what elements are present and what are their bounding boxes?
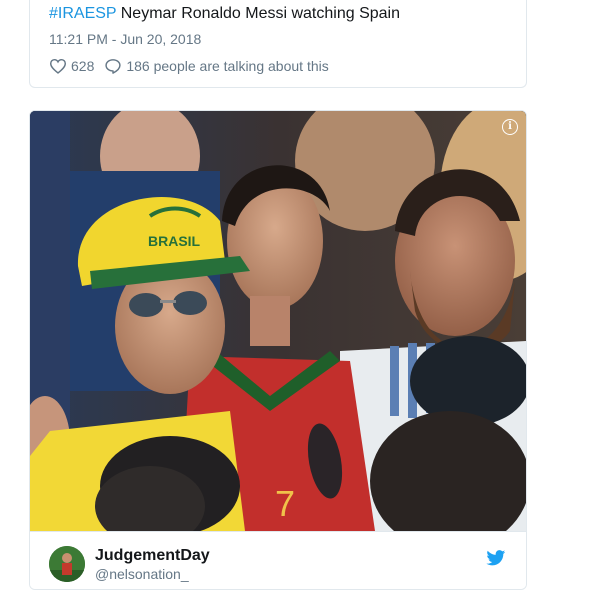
reply-bubble-icon[interactable] (104, 58, 122, 74)
embedded-tweet-card[interactable]: 7 BRASIL i JudgementDay @nelsonation_ (29, 110, 527, 590)
author-name[interactable]: JudgementDay (95, 547, 210, 565)
twitter-bird-icon[interactable] (486, 550, 506, 566)
tweet-timestamp[interactable]: 11:21 PM - Jun 20, 2018 (49, 31, 201, 47)
author-handle[interactable]: @nelsonation_ (95, 566, 189, 582)
tweet-body: Neymar Ronaldo Messi watching Spain (116, 5, 400, 22)
replies-text[interactable]: 186 people are talking about this (126, 58, 328, 74)
tweet-author-row[interactable]: JudgementDay @nelsonation_ (30, 531, 526, 589)
tweet-text: #IRAESP Neymar Ronaldo Messi watching Sp… (49, 5, 400, 23)
heart-icon[interactable] (49, 58, 67, 74)
cap-logo-text: BRASIL (148, 233, 201, 249)
info-icon[interactable]: i (502, 119, 518, 135)
svg-text:7: 7 (275, 483, 295, 524)
hashtag-link[interactable]: #IRAESP (49, 5, 116, 22)
avatar[interactable] (49, 546, 85, 582)
tweet-photo[interactable]: 7 BRASIL i (30, 111, 526, 531)
like-count[interactable]: 628 (71, 58, 94, 74)
tweet-actions: 628 186 people are talking about this (49, 57, 329, 75)
